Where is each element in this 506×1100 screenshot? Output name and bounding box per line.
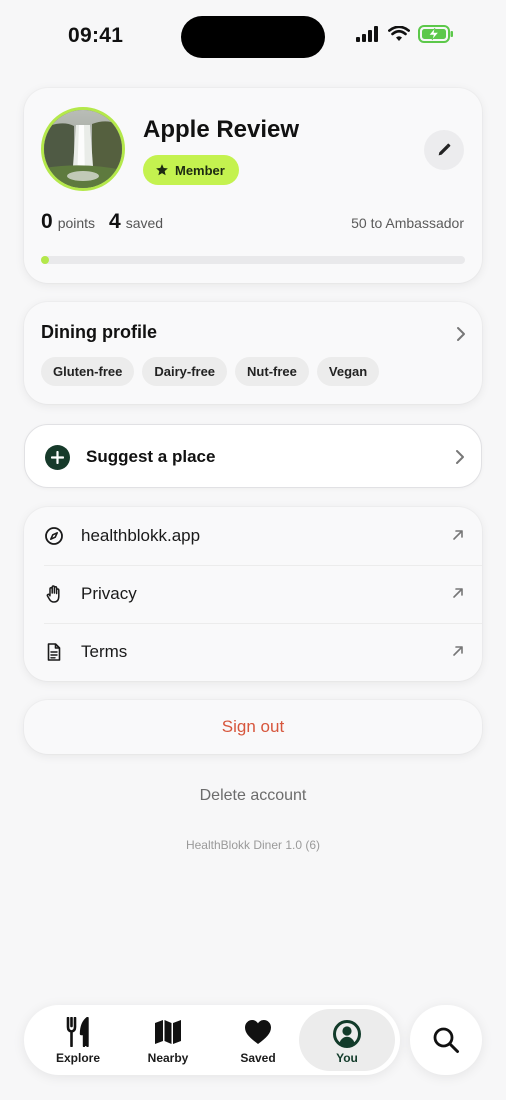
- pencil-icon: [438, 143, 451, 156]
- suggest-place-button[interactable]: Suggest a place: [24, 424, 482, 488]
- tab-nearby[interactable]: Nearby: [134, 1005, 202, 1075]
- link-label: Privacy: [81, 584, 137, 603]
- tab-bar: Explore Nearby Saved You: [24, 1005, 400, 1075]
- dietary-tag: Gluten-free: [41, 357, 135, 386]
- tier-progress-fill: [41, 256, 49, 264]
- dynamic-island: [181, 16, 325, 58]
- arrow-up-right-icon: [453, 530, 463, 540]
- cellular-signal-icon: [356, 26, 378, 42]
- saved-stat: 4 saved: [109, 210, 163, 234]
- avatar[interactable]: [41, 107, 125, 191]
- star-icon: [156, 164, 168, 176]
- saved-value: 4: [109, 210, 121, 233]
- dietary-tag: Vegan: [316, 357, 380, 386]
- plus-circle-icon: [45, 445, 70, 470]
- dining-profile-title: Dining profile: [41, 322, 157, 342]
- link-label: Terms: [81, 642, 128, 661]
- link-terms[interactable]: Terms: [24, 623, 482, 681]
- profile-card: Apple Review Member 0 points 4 saved 50 …: [24, 88, 482, 283]
- points-label: points: [57, 215, 96, 231]
- search-button[interactable]: [410, 1005, 482, 1075]
- edit-profile-button[interactable]: [424, 130, 464, 170]
- saved-label: saved: [125, 215, 164, 231]
- sign-out-label: Sign out: [221, 717, 285, 736]
- avatar-waterfall-image: [44, 110, 122, 188]
- dietary-tags: Gluten-free Dairy-free Nut-free Vegan: [41, 357, 380, 386]
- points-value: 0: [41, 210, 53, 233]
- tab-label: Saved: [240, 1051, 276, 1065]
- suggest-place-label: Suggest a place: [86, 447, 216, 466]
- arrow-up-right-icon: [453, 588, 463, 598]
- profile-stats: 0 points 4 saved: [41, 210, 163, 234]
- status-time: 09:41: [68, 24, 124, 47]
- hand-icon: [46, 585, 60, 603]
- links-card: healthblokk.app Privacy Terms: [24, 507, 482, 681]
- chevron-right-icon: [457, 327, 465, 341]
- status-bar: 09:41: [0, 0, 506, 76]
- tab-explore[interactable]: Explore: [44, 1005, 112, 1075]
- fork-knife-icon: [66, 1017, 89, 1047]
- member-badge: Member: [143, 155, 239, 185]
- map-icon: [155, 1020, 181, 1044]
- status-icons: [356, 25, 454, 43]
- tab-label: Explore: [55, 1051, 100, 1065]
- dietary-tag: Dairy-free: [142, 357, 228, 386]
- arrow-up-right-icon: [453, 646, 463, 656]
- link-privacy[interactable]: Privacy: [24, 565, 482, 623]
- sign-out-button[interactable]: Sign out: [24, 700, 482, 754]
- delete-account-link[interactable]: Delete account: [0, 787, 506, 805]
- search-icon: [433, 1027, 459, 1053]
- tab-saved[interactable]: Saved: [224, 1005, 292, 1075]
- link-label: healthblokk.app: [81, 526, 201, 545]
- member-badge-label: Member: [175, 162, 225, 178]
- tab-label: Nearby: [147, 1051, 189, 1065]
- person-circle-icon: [333, 1020, 361, 1048]
- profile-name: Apple Review: [143, 116, 300, 143]
- wifi-icon: [388, 26, 410, 41]
- tab-label: You: [336, 1051, 358, 1065]
- document-icon: [47, 643, 61, 661]
- app-version: HealthBlokk Diner 1.0 (6): [185, 838, 321, 852]
- tier-progress-bar: [41, 256, 465, 264]
- points-stat: 0 points: [41, 210, 95, 234]
- link-website[interactable]: healthblokk.app: [24, 507, 482, 565]
- dietary-tag: Nut-free: [235, 357, 309, 386]
- heart-icon: [245, 1020, 271, 1044]
- compass-icon: [45, 527, 63, 545]
- tab-you[interactable]: You: [299, 1009, 395, 1071]
- dining-profile-card[interactable]: Dining profile Gluten-free Dairy-free Nu…: [24, 302, 482, 404]
- battery-charging-icon: [418, 25, 453, 43]
- chevron-right-icon: [456, 450, 464, 464]
- next-tier-text: 50 to Ambassador: [351, 215, 464, 231]
